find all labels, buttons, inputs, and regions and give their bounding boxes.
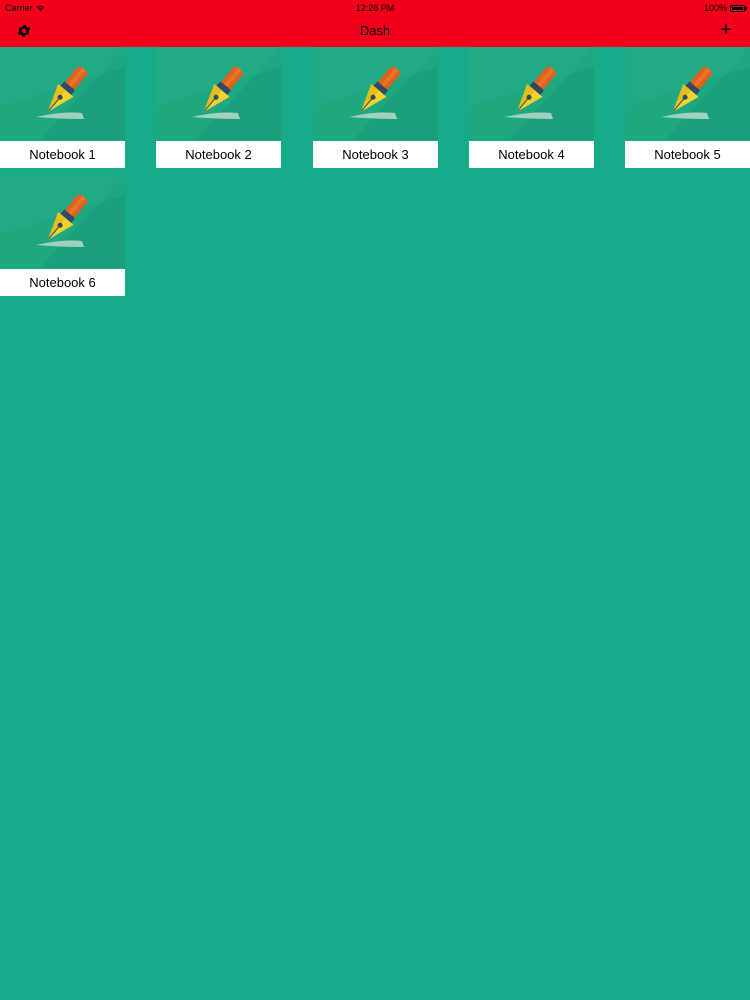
add-notebook-button[interactable]: + [716,19,736,41]
status-time: 12:26 PM [355,3,395,13]
plus-icon: + [720,19,732,41]
notebook-card[interactable]: Notebook 5 [625,47,750,168]
notebook-title: Notebook 5 [625,141,750,168]
notebook-card[interactable]: Notebook 6 [0,175,125,296]
notebook-title: Notebook 6 [0,269,125,296]
notebook-card[interactable]: Notebook 2 [156,47,281,168]
fountain-pen-icon [156,47,281,140]
notebook-card[interactable]: Notebook 1 [0,47,125,168]
battery-icon [730,4,747,12]
fountain-pen-icon [625,47,750,140]
fountain-pen-icon [0,175,125,268]
notebook-title: Notebook 1 [0,141,125,168]
battery-group: 100% [703,3,747,13]
navigation-bar: Dash + [0,16,750,47]
status-bar: Carrier 12:26 PM 100% [0,0,750,16]
top-bar: Carrier 12:26 PM 100% Dash + [0,0,750,47]
fountain-pen-icon [0,47,125,140]
notebook-title: Notebook 4 [469,141,594,168]
page-title: Dash [359,23,391,38]
notebook-title: Notebook 2 [156,141,281,168]
battery-percent: 100% [703,3,727,13]
notebook-card[interactable]: Notebook 3 [313,47,438,168]
fountain-pen-icon [313,47,438,140]
notebook-title: Notebook 3 [313,141,438,168]
notebook-card[interactable]: Notebook 4 [469,47,594,168]
fountain-pen-icon [469,47,594,140]
